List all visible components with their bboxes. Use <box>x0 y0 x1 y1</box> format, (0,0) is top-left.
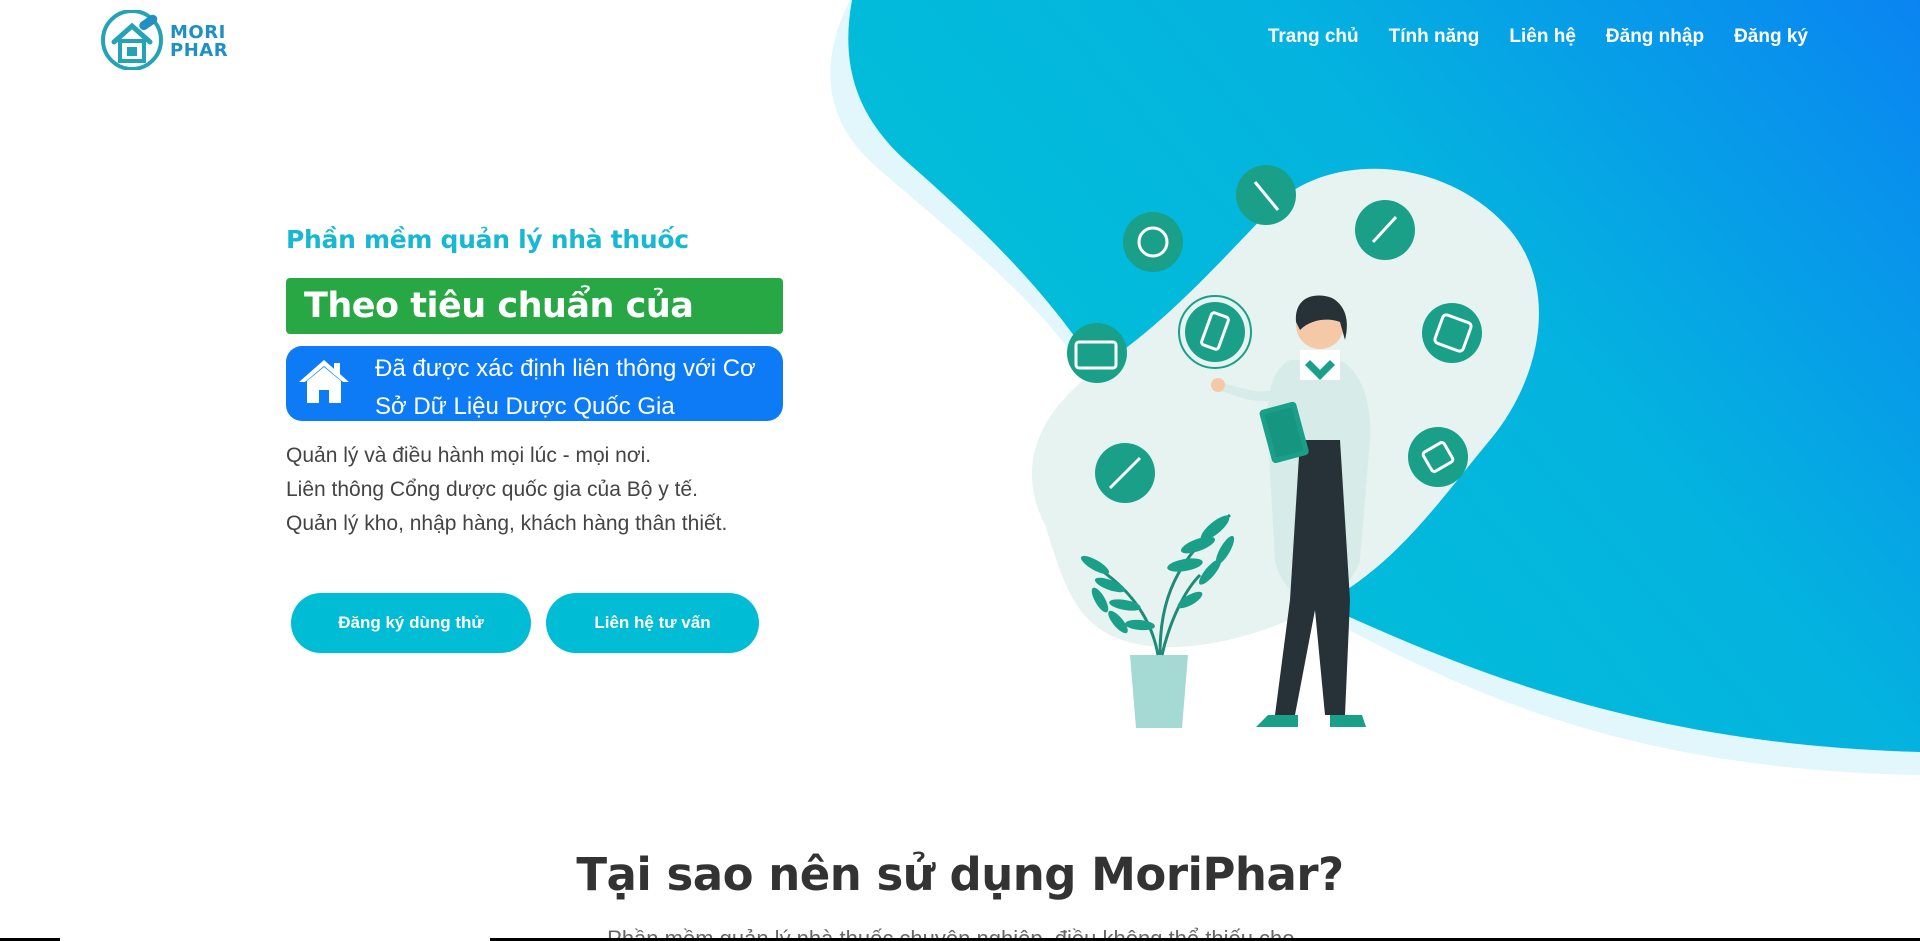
register-trial-button[interactable]: Đăng ký dùng thử <box>291 593 531 653</box>
desc-line-2: Liên thông Cổng dược quốc gia của Bộ y t… <box>286 478 698 501</box>
contact-consult-button[interactable]: Liên hệ tư vấn <box>546 593 759 653</box>
hero-subtitle: Phần mềm quản lý nhà thuốc <box>286 225 689 254</box>
nav-contact[interactable]: Liên hệ <box>1509 26 1576 48</box>
desc-line-1: Quản lý và điều hành mọi lúc - mọi nơi. <box>286 444 652 467</box>
desc-line-3: Quản lý kho, nhập hàng, khách hàng thân … <box>286 512 728 535</box>
nav-features[interactable]: Tính năng <box>1389 26 1480 48</box>
moriphar-logo[interactable]: MORI PHAR <box>100 9 240 71</box>
nav-home[interactable]: Trang chủ <box>1268 26 1359 48</box>
top-nav: Trang chủ Tính năng Liên hệ Đăng nhập Đă… <box>1268 26 1808 48</box>
national-database-text: Đã được xác định liên thông với Cơ Sở Dữ… <box>375 355 756 420</box>
gpp-badge: Theo tiêu chuẩn của GPP <box>286 278 783 382</box>
logo-mark-icon <box>101 9 163 71</box>
hero-section: Phần mềm quản lý nhà thuốc Theo tiêu chu… <box>286 225 786 653</box>
hero-buttons: Đăng ký dùng thử Liên hệ tư vấn <box>291 593 759 653</box>
why-use-title: Tại sao nên sử dụng MoriPhar? <box>576 848 1344 901</box>
logo-line2: PHAR <box>170 40 229 61</box>
hero-description: Quản lý và điều hành mọi lúc - mọi nơi. … <box>286 439 786 541</box>
nav-login[interactable]: Đăng nhập <box>1606 26 1704 48</box>
national-database-banner: Đã được xác định liên thông với Cơ Sở Dữ… <box>286 346 783 421</box>
nav-register[interactable]: Đăng ký <box>1734 26 1808 48</box>
home-icon <box>299 360 349 403</box>
